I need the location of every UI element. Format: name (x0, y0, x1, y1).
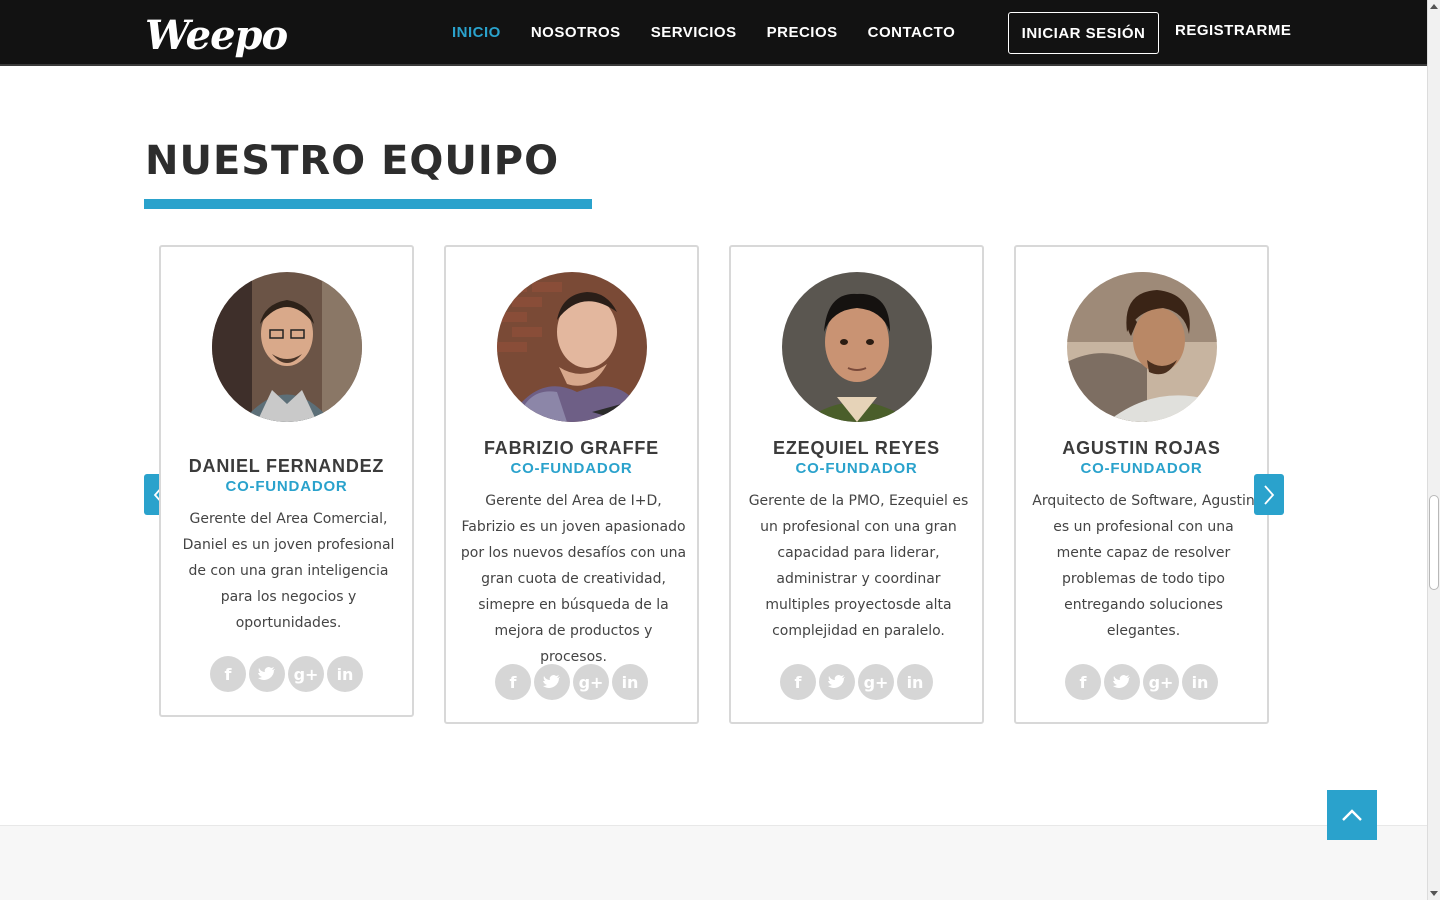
scroll-down-icon[interactable] (1430, 891, 1438, 896)
member-name: EZEQUIEL REYES (773, 438, 940, 458)
footer-band (0, 825, 1427, 900)
member-bio: Gerente del Area de I+D, Fabrizio es un … (460, 493, 687, 665)
twitter-icon[interactable] (1104, 664, 1140, 700)
team-card: EZEQUIEL REYES CO-FUNDADOR Gerente de la… (729, 245, 984, 724)
nav-item-inicio[interactable]: INICIO (452, 24, 501, 41)
social-links: f g+ in (446, 664, 697, 700)
chevron-up-icon (1342, 809, 1362, 821)
avatar (1067, 272, 1217, 422)
member-role: CO-FUNDADOR (1080, 460, 1203, 477)
nav-item-nosotros[interactable]: NOSOTROS (531, 24, 621, 41)
twitter-icon[interactable] (819, 664, 855, 700)
linkedin-icon[interactable]: in (327, 656, 363, 692)
team-card: AGUSTIN ROJAS CO-FUNDADOR Arquitecto de … (1014, 245, 1269, 724)
facebook-icon[interactable]: f (495, 664, 531, 700)
social-links: f g+ in (731, 664, 982, 700)
avatar (212, 272, 362, 422)
team-card: DANIEL FERNANDEZ CO-FUNDADOR Gerente del… (159, 245, 414, 717)
social-links: f g+ in (161, 656, 412, 692)
member-name: AGUSTIN ROJAS (1062, 438, 1221, 458)
twitter-icon[interactable] (534, 664, 570, 700)
top-navbar: Weepo INICIO NOSOTROS SERVICIOS PRECIOS … (0, 0, 1427, 66)
linkedin-icon[interactable]: in (1182, 664, 1218, 700)
page-scrollbar[interactable] (1427, 0, 1440, 900)
nav-item-contacto[interactable]: CONTACTO (868, 24, 956, 41)
nav-item-precios[interactable]: PRECIOS (767, 24, 838, 41)
section-title: NUESTRO EQUIPO (145, 138, 560, 184)
brand-logo[interactable]: Weepo (145, 12, 288, 59)
linkedin-icon[interactable]: in (897, 664, 933, 700)
social-links: f g+ in (1016, 664, 1267, 700)
member-bio: Arquitecto de Software, Agustin es un pr… (1032, 493, 1255, 639)
member-role: CO-FUNDADOR (510, 460, 633, 477)
title-underline (144, 199, 592, 209)
register-link[interactable]: REGISTRARME (1175, 22, 1291, 39)
scroll-up-icon[interactable] (1430, 4, 1438, 9)
avatar (782, 272, 932, 422)
member-role: CO-FUNDADOR (225, 478, 348, 495)
linkedin-icon[interactable]: in (612, 664, 648, 700)
google-plus-icon[interactable]: g+ (288, 656, 324, 692)
twitter-icon[interactable] (249, 656, 285, 692)
main-nav: INICIO NOSOTROS SERVICIOS PRECIOS CONTAC… (452, 0, 985, 64)
member-bio: Gerente del Area Comercial, Daniel es un… (182, 511, 395, 631)
google-plus-icon[interactable]: g+ (573, 664, 609, 700)
facebook-icon[interactable]: f (210, 656, 246, 692)
google-plus-icon[interactable]: g+ (858, 664, 894, 700)
facebook-icon[interactable]: f (1065, 664, 1101, 700)
login-button[interactable]: INICIAR SESIÓN (1008, 12, 1159, 54)
google-plus-icon[interactable]: g+ (1143, 664, 1179, 700)
facebook-icon[interactable]: f (780, 664, 816, 700)
member-role: CO-FUNDADOR (795, 460, 918, 477)
member-bio: Gerente de la PMO, Ezequiel es un profes… (748, 493, 969, 639)
member-name: DANIEL FERNANDEZ (188, 456, 385, 476)
team-card: FABRIZIO GRAFFE CO-FUNDADOR Gerente del … (444, 245, 699, 724)
carousel-next-button[interactable] (1254, 474, 1284, 515)
back-to-top-button[interactable] (1327, 790, 1377, 840)
chevron-right-icon (1264, 484, 1275, 505)
nav-item-servicios[interactable]: SERVICIOS (651, 24, 737, 41)
member-name: FABRIZIO GRAFFE (484, 438, 659, 458)
scrollbar-thumb[interactable] (1429, 495, 1439, 590)
avatar (497, 272, 647, 422)
